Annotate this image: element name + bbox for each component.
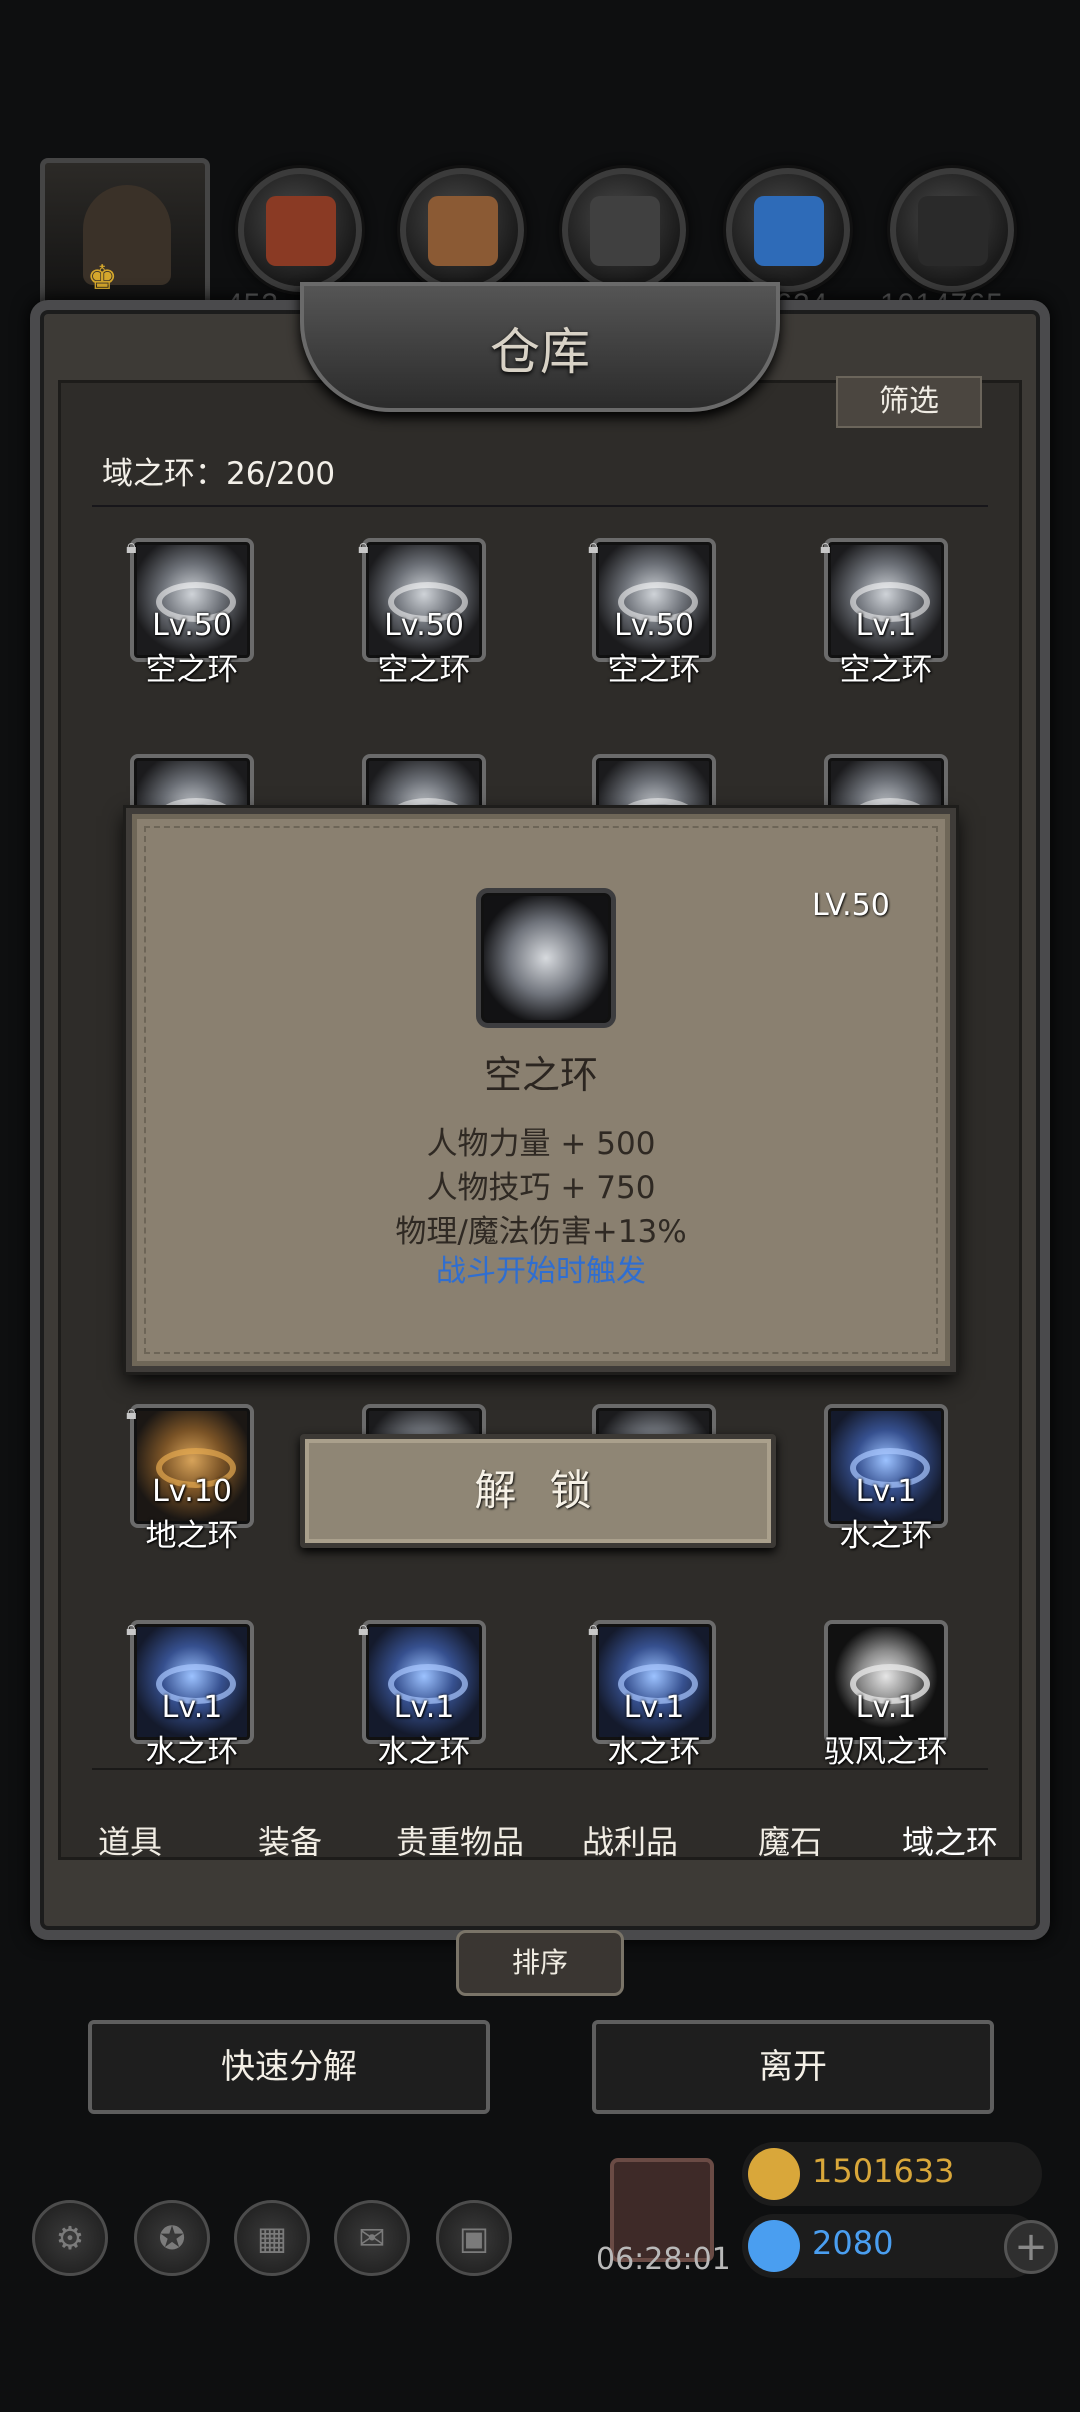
gem-counter: 2080: [742, 2214, 1042, 2278]
settings-icon[interactable]: ⚙: [32, 2200, 108, 2276]
stone-icon: [918, 196, 988, 266]
item-level: Lv.1: [855, 608, 917, 643]
inventory-item[interactable]: 🔒︎ Lv.1 空之环: [820, 534, 954, 688]
gem-icon: [748, 2220, 800, 2272]
item-level: Lv.1: [623, 1690, 685, 1725]
item-name: 水之环: [377, 1734, 471, 1770]
resource-slot-crystal[interactable]: [726, 168, 850, 292]
item-level: Lv.50: [384, 608, 464, 643]
tab-valuables[interactable]: 贵重物品: [370, 1792, 550, 1892]
category-tabs: 道具 装备 贵重物品 战利品 魔石 域之环: [50, 1792, 1030, 1892]
popup-item-name: 空之环: [483, 1053, 598, 1097]
inventory-item[interactable]: 🔒︎ Lv.50 空之环: [588, 534, 722, 688]
item-name: 空之环: [145, 652, 239, 688]
inventory-item[interactable]: 🔒︎ Lv.50 空之环: [126, 534, 260, 688]
item-name: 水之环: [839, 1518, 933, 1554]
leave-button[interactable]: 离开: [592, 2020, 994, 2114]
iron-icon: [590, 196, 660, 266]
badge-icon[interactable]: ✪: [134, 2200, 210, 2276]
inventory-item[interactable]: 🔒︎ Lv.10 地之环: [126, 1400, 260, 1554]
tab-equipment[interactable]: 装备: [210, 1792, 370, 1892]
popup-stat: 物理/魔法伤害+13%: [395, 1214, 687, 1250]
item-name: 水之环: [607, 1734, 701, 1770]
item-name: 水之环: [145, 1734, 239, 1770]
item-level: Lv.1: [393, 1690, 455, 1725]
add-currency-icon[interactable]: +: [1004, 2220, 1058, 2274]
resource-slot-wood[interactable]: [400, 168, 524, 292]
gift-timer: 06:28:01: [596, 2242, 731, 2277]
crystal-icon: [754, 196, 824, 266]
inventory-item[interactable]: 🔒︎ Lv.1 水之环: [588, 1616, 722, 1770]
inventory-item[interactable]: 🔒︎ Lv.1 水之环: [358, 1616, 492, 1770]
lock-icon: 🔒︎: [588, 534, 599, 558]
page-title: 仓库: [490, 323, 590, 381]
item-level: Lv.1: [161, 1690, 223, 1725]
item-name: 空之环: [377, 652, 471, 688]
resource-slot-stone[interactable]: [890, 168, 1014, 292]
trophy-icon: ♚: [87, 258, 118, 298]
chest-icon[interactable]: ▣: [436, 2200, 512, 2276]
lock-icon: 🔒︎: [588, 1616, 599, 1640]
popup-stat: 人物技巧 + 750: [426, 1170, 656, 1206]
item-name: 空之环: [607, 652, 701, 688]
quick-decompose-button[interactable]: 快速分解: [88, 2020, 490, 2114]
capacity-label: 域之环：26/200: [102, 456, 336, 492]
tab-items[interactable]: 道具: [50, 1792, 210, 1892]
sort-button[interactable]: 排序: [456, 1930, 624, 1996]
meat-icon: [266, 196, 336, 266]
sky-ring-icon: [476, 888, 616, 1028]
tab-magic-stones[interactable]: 魔石: [710, 1792, 870, 1892]
unlock-button[interactable]: 解 锁: [300, 1434, 776, 1548]
lock-icon: 🔒︎: [126, 534, 137, 558]
lock-icon: 🔒︎: [358, 534, 369, 558]
gold-counter: 1501633: [742, 2142, 1042, 2206]
lock-icon: 🔒︎: [126, 1400, 137, 1424]
item-level: Lv.50: [152, 608, 232, 643]
gate-icon[interactable]: ▦: [234, 2200, 310, 2276]
gold-value: 1501633: [812, 2152, 955, 2190]
resource-slot-iron[interactable]: [562, 168, 686, 292]
divider: [92, 505, 988, 507]
filter-button[interactable]: 筛选: [836, 376, 982, 428]
item-level: Lv.10: [152, 1474, 232, 1509]
item-name: 驭风之环: [824, 1734, 948, 1770]
item-level: Lv.1: [855, 1474, 917, 1509]
item-detail-popup: LV.50 空之环 人物力量 + 500 人物技巧 + 750 物理/魔法伤害+…: [126, 808, 956, 1372]
tab-loot[interactable]: 战利品: [550, 1792, 710, 1892]
divider: [92, 1768, 988, 1770]
inventory-item[interactable]: 🔒︎ Lv.1 水之环: [126, 1616, 260, 1770]
lock-icon: 🔒︎: [126, 1616, 137, 1640]
wood-icon: [428, 196, 498, 266]
item-level: Lv.50: [614, 608, 694, 643]
resource-slot-meat[interactable]: [238, 168, 362, 292]
lock-icon: 🔒︎: [358, 1616, 369, 1640]
tab-domain-rings[interactable]: 域之环: [870, 1792, 1030, 1892]
item-name: 地之环: [145, 1518, 239, 1554]
gold-coin-icon: [748, 2148, 800, 2200]
mail-icon[interactable]: ✉: [334, 2200, 410, 2276]
popup-stat: 人物力量 + 500: [426, 1126, 656, 1162]
item-name: 空之环: [839, 652, 933, 688]
inventory-item[interactable]: Lv.1 驭风之环: [824, 1620, 954, 1770]
inventory-item[interactable]: 🔒︎ Lv.50 空之环: [358, 534, 492, 688]
gem-value: 2080: [812, 2224, 894, 2262]
popup-level: LV.50: [812, 888, 890, 923]
popup-trigger-text: 战斗开始时触发: [436, 1254, 646, 1289]
player-avatar[interactable]: ♚: [40, 158, 210, 318]
inventory-item[interactable]: Lv.1 水之环: [824, 1404, 954, 1554]
item-level: Lv.1: [855, 1690, 917, 1725]
lock-icon: 🔒︎: [820, 534, 831, 558]
